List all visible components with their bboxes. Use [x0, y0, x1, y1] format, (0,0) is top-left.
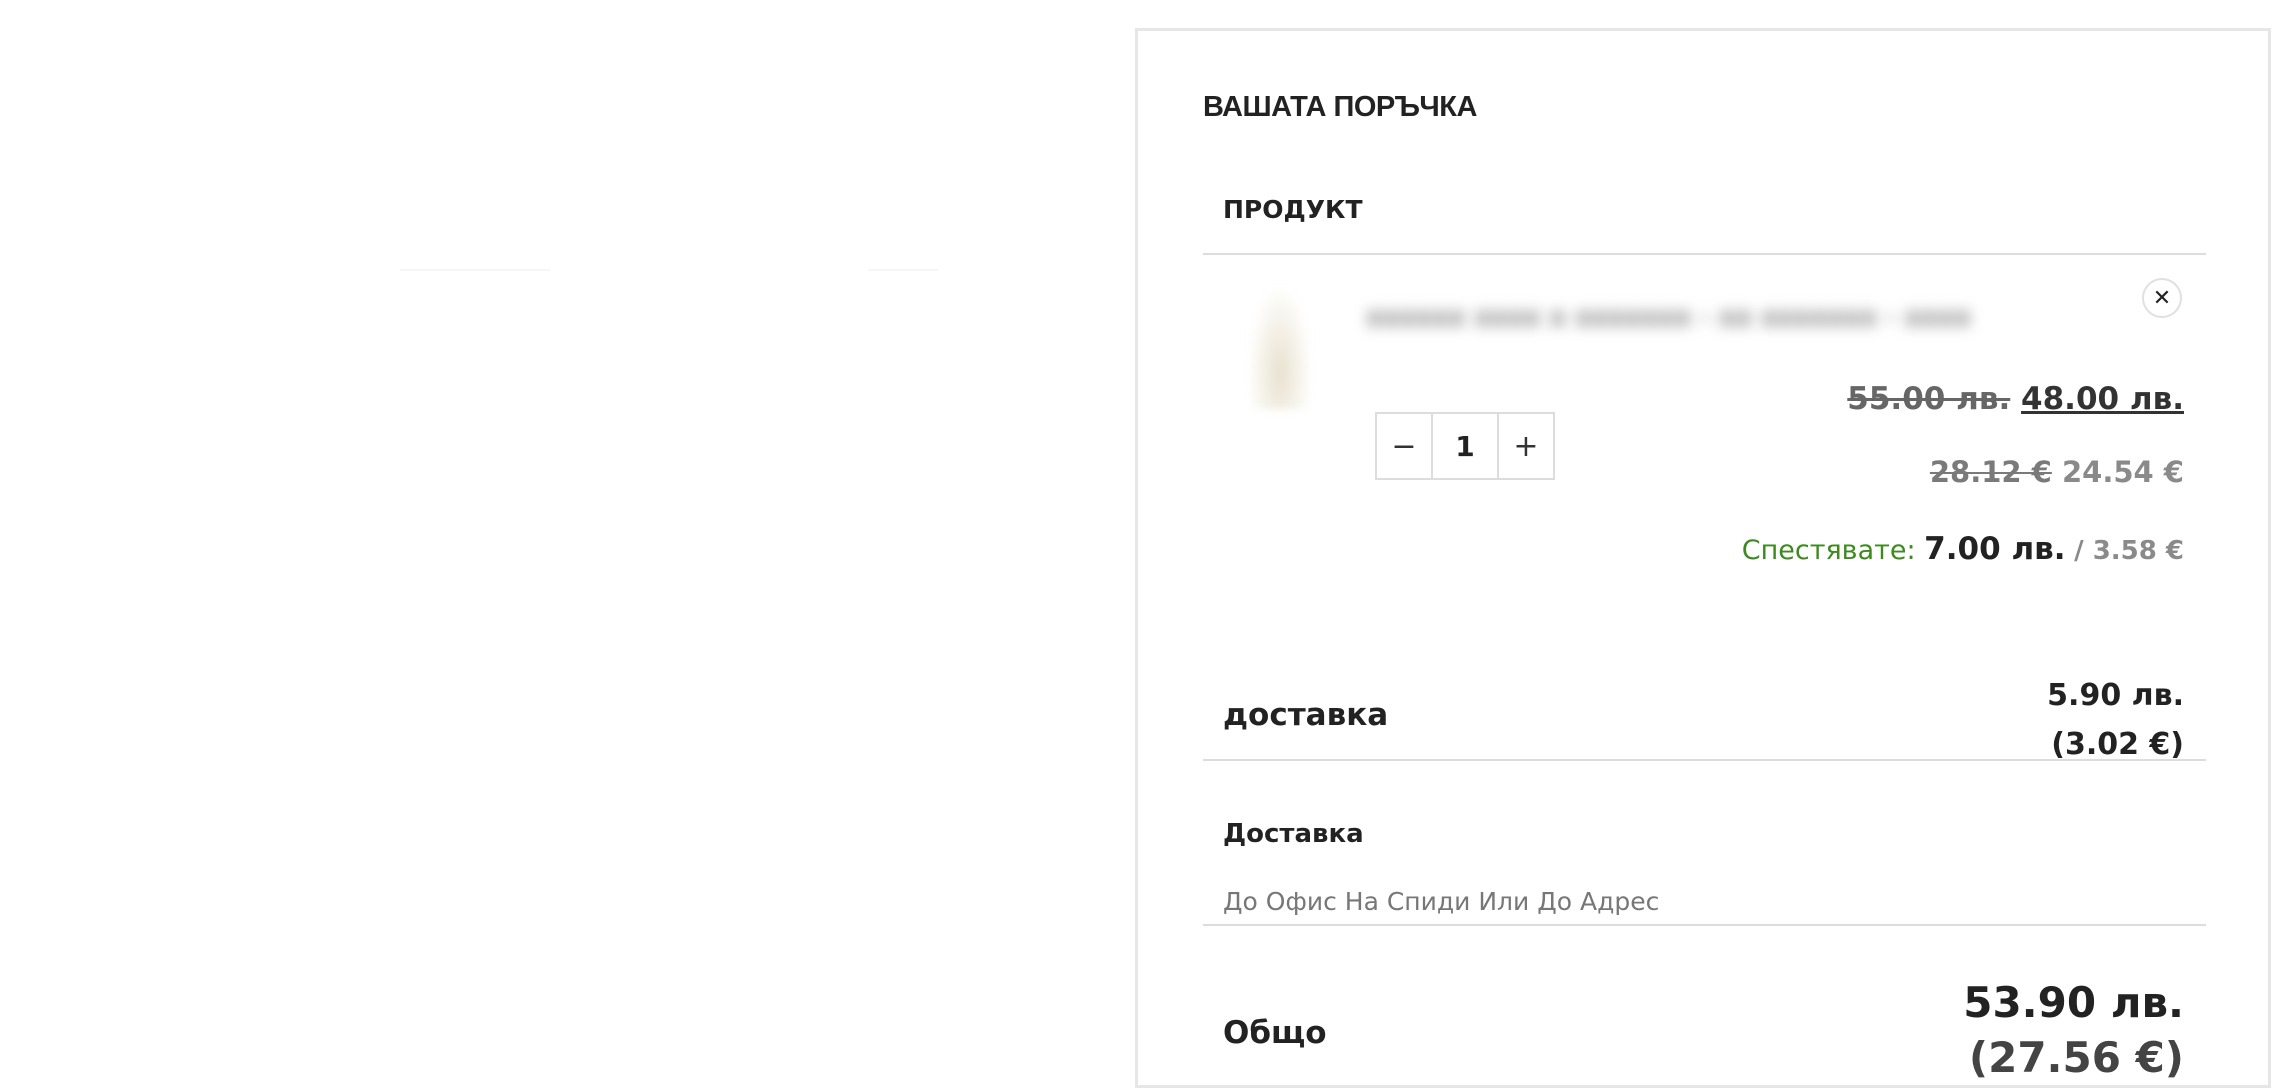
increase-quantity-button[interactable]: +	[1499, 414, 1553, 478]
new-price-eur: 24.54 €	[2061, 455, 2184, 489]
shipping-price: 5.90 лв. (3.02 €)	[2047, 671, 2184, 769]
product-thumbnail[interactable]	[1250, 289, 1310, 409]
old-price-eur: 28.12 €	[1929, 455, 2052, 489]
decrease-quantity-button[interactable]: −	[1377, 414, 1431, 478]
delivery-title: Доставка	[1223, 819, 1364, 849]
savings-label: Спестявате:	[1741, 535, 1916, 566]
savings-bgn: 7.00 лв.	[1924, 531, 2066, 567]
shipping-divider	[1203, 759, 2206, 761]
total-label: Общо	[1223, 1015, 1327, 1051]
old-price-bgn: 55.00 лв.	[1847, 381, 2011, 417]
total-price-bgn: 53.90 лв.	[1963, 978, 2184, 1027]
close-icon: ✕	[2152, 285, 2172, 311]
shipping-price-eur: (3.02 €)	[2051, 727, 2184, 762]
total-price-eur: (27.56 €)	[1968, 1033, 2184, 1082]
item-price-bgn: 55.00 лв. 48.00 лв.	[1847, 381, 2184, 417]
savings-line: Спестявате: 7.00 лв. / 3.58 €	[1742, 531, 2184, 567]
faint-divider	[868, 269, 938, 271]
shipping-label: доставка	[1223, 697, 1389, 733]
delivery-option[interactable]: До Офис На Спиди Или До Адрес	[1223, 887, 1659, 916]
faint-divider	[400, 269, 550, 271]
new-price-bgn: 48.00 лв.	[2021, 381, 2184, 417]
remove-item-button[interactable]: ✕	[2142, 278, 2182, 318]
product-name[interactable]: xxxxxx xxxx x xxxxxxx - xx xxxxxxx - xxx…	[1366, 287, 2026, 347]
quantity-input[interactable]: 1	[1431, 414, 1499, 478]
item-price-eur: 28.12 € 24.54 €	[1930, 455, 2184, 489]
minus-icon: −	[1391, 428, 1417, 464]
header-divider	[1203, 253, 2206, 255]
product-column-header: ПРОДУКТ	[1223, 195, 1363, 224]
quantity-stepper: − 1 +	[1375, 412, 1555, 480]
delivery-divider	[1203, 924, 2206, 926]
plus-icon: +	[1513, 428, 1539, 464]
shipping-price-bgn: 5.90 лв.	[2047, 678, 2184, 713]
left-column-empty	[0, 0, 1130, 1076]
total-price: 53.90 лв. (27.56 €)	[1963, 975, 2184, 1085]
order-summary-panel: ВАШАТА ПОРЪЧКА ПРОДУКТ xxxxxx xxxx x xxx…	[1135, 28, 2271, 1088]
order-title: ВАШАТА ПОРЪЧКА	[1203, 91, 1477, 123]
savings-eur: / 3.58 €	[2074, 536, 2184, 566]
